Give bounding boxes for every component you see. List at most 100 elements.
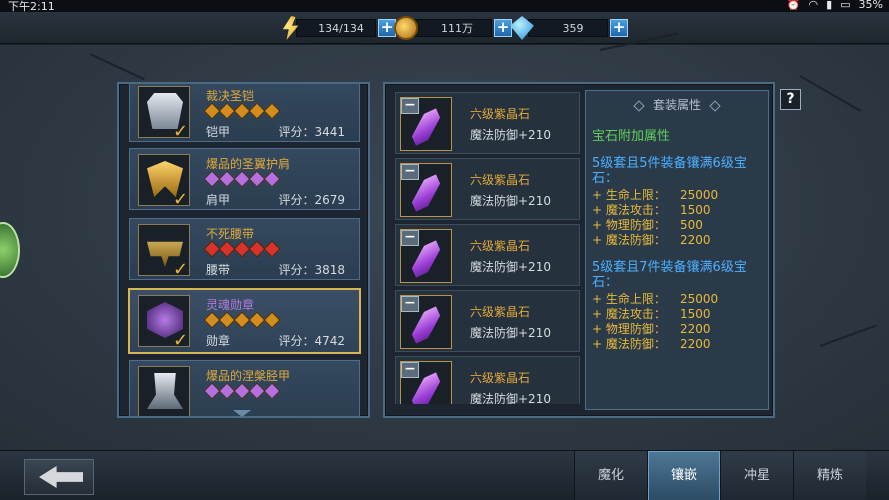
gem-slot[interactable]: − <box>400 97 452 151</box>
equipment-score: 评分：3441 <box>278 125 345 139</box>
gem-slots <box>203 311 281 329</box>
stat-label: + 生命上限： <box>592 292 666 306</box>
resource-bar: 134/134 + 111万 + 359 + <box>0 12 889 44</box>
diamond-value: 359 <box>528 19 608 37</box>
inlaid-gem-list[interactable]: − 六级紫晶石 魔法防御+210 − 六级紫晶石 魔法防御+210 − 六级紫晶… <box>395 92 580 404</box>
stat-value: 2200 <box>680 233 711 247</box>
diamond-ornament-icon <box>633 99 645 112</box>
remove-gem-button[interactable]: − <box>401 362 419 378</box>
equipment-name: 裁决圣铠 <box>206 89 255 103</box>
wall-crack <box>819 324 877 347</box>
stat-row: + 魔法防御： 2200 <box>592 337 762 352</box>
gem-stat: 魔法防御+210 <box>470 260 551 274</box>
gem-row[interactable]: − 六级紫晶石 魔法防御+210 <box>395 290 580 352</box>
equipment-icon-frame <box>138 366 190 416</box>
gem-row[interactable]: − 六级紫晶石 魔法防御+210 <box>395 158 580 220</box>
gem-name: 六级紫晶石 <box>470 371 531 385</box>
tier7-stats: + 生命上限： 25000 + 魔法攻击： 1500 + 物理防御： 2200 + 魔… <box>592 292 762 352</box>
back-button[interactable] <box>24 459 94 495</box>
stat-value: 25000 <box>680 292 719 306</box>
diamond-ornament-icon <box>709 99 721 112</box>
equipment-name: 不死腰带 <box>206 227 255 241</box>
gem-bonus-subtitle: 宝石附加属性 <box>592 129 671 144</box>
gem-slot-icon <box>263 102 281 120</box>
equipment-item-selected[interactable]: ✓ 灵魂勋章 勋章 评分：4742 <box>128 288 361 354</box>
stat-value: 1500 <box>680 203 711 217</box>
equipment-item[interactable]: ✓ 爆品的圣翼护肩 肩甲 评分：2679 <box>129 148 360 210</box>
gem-slot[interactable]: − <box>400 295 452 349</box>
stat-label: + 魔法防御： <box>592 337 666 351</box>
wifi-icon: ◠ <box>808 0 819 11</box>
gem-name: 六级紫晶石 <box>470 239 531 253</box>
equipment-name: 爆品的涅槃胫甲 <box>206 369 291 383</box>
set-attributes-box: 套装属性 宝石附加属性 5级套且5件装备镶满6级宝石： + 生命上限： 25000… <box>585 90 769 410</box>
help-button[interactable]: ? <box>780 89 801 110</box>
alarm-icon: ⏰ <box>786 0 801 11</box>
gem-slot-icon <box>263 382 281 400</box>
equipment-icon-frame: ✓ <box>138 86 190 142</box>
equipment-item[interactable]: ✓ 不死腰带 腰带 评分：3818 <box>129 218 360 280</box>
equipment-item[interactable]: ✓ 裁决圣铠 铠甲 评分：3441 <box>129 84 360 142</box>
checkmark-icon: ✓ <box>173 121 189 142</box>
gem-name: 六级紫晶石 <box>470 305 531 319</box>
gold-resource: 111万 + <box>394 16 512 40</box>
gem-slot[interactable]: − <box>400 163 452 217</box>
equipment-icon-frame: ✓ <box>138 224 190 280</box>
gem-row[interactable]: − 六级紫晶石 魔法防御+210 <box>395 224 580 286</box>
add-diamond-button[interactable]: + <box>610 19 628 37</box>
function-tabs: 魔化 镶嵌 冲星 精炼 <box>574 451 866 500</box>
gem-slot-icon <box>263 240 281 258</box>
equipment-name: 爆品的圣翼护肩 <box>206 157 291 171</box>
gem-row[interactable]: − 六级紫晶石 魔法防御+210 <box>395 92 580 154</box>
scroll-down-arrow-icon[interactable] <box>233 410 251 417</box>
tab-inlay[interactable]: 镶嵌 <box>647 451 720 500</box>
battery-icon: ▭ <box>840 0 851 11</box>
stat-row: + 物理防御： 500 <box>592 218 762 233</box>
energy-resource: 134/134 + <box>278 16 396 40</box>
remove-gem-button[interactable]: − <box>401 230 419 246</box>
tier7-title: 5级套且7件装备镶满6级宝石： <box>592 260 747 290</box>
equipment-list-panel[interactable]: ✓ 裁决圣铠 铠甲 评分：3441 ✓ 爆品的圣翼护肩 肩甲 评分：2679 ✓… <box>117 82 370 418</box>
back-arrow-icon <box>39 466 83 488</box>
stat-label: + 魔法攻击： <box>592 307 666 321</box>
equipment-icon-frame: ✓ <box>138 154 190 209</box>
tier5-stats: + 生命上限： 25000 + 魔法攻击： 1500 + 物理防御： 500 + 魔法… <box>592 188 762 248</box>
set-attributes-header: 套装属性 <box>592 95 762 115</box>
gem-slot[interactable]: − <box>400 229 452 283</box>
gem-row[interactable]: − 六级紫晶石 魔法防御+210 <box>395 356 580 404</box>
stat-row: + 魔法防御： 2200 <box>592 233 762 248</box>
gem-slots <box>203 102 281 120</box>
remove-gem-button[interactable]: − <box>401 98 419 114</box>
status-right: ⏰ ◠ ▮ ▭ 35% <box>787 0 883 11</box>
checkmark-icon: ✓ <box>173 259 189 280</box>
energy-value: 134/134 <box>296 19 376 37</box>
tier5-title: 5级套且5件装备镶满6级宝石： <box>592 156 747 186</box>
gem-name: 六级紫晶石 <box>470 107 531 121</box>
bottom-bar: 魔化 镶嵌 冲星 精炼 <box>0 450 889 500</box>
tab-star-up[interactable]: 冲星 <box>720 451 793 500</box>
equipment-icon-frame: ✓ <box>138 295 190 350</box>
stat-value: 2200 <box>680 337 711 351</box>
inlay-panel: − 六级紫晶石 魔法防御+210 − 六级紫晶石 魔法防御+210 − 六级紫晶… <box>383 82 775 418</box>
equipment-type: 铠甲 <box>206 125 231 139</box>
greaves-icon <box>147 373 183 409</box>
stat-row: + 生命上限： 25000 <box>592 188 762 203</box>
equipment-score: 评分：3818 <box>278 263 345 277</box>
tab-enchant[interactable]: 魔化 <box>574 451 647 500</box>
gem-stat: 魔法防御+210 <box>470 194 551 208</box>
gem-slots <box>203 240 281 258</box>
remove-gem-button[interactable]: − <box>401 296 419 312</box>
gem-slot[interactable]: − <box>400 361 452 404</box>
tab-refine[interactable]: 精炼 <box>793 451 866 500</box>
equipment-score: 评分：2679 <box>278 193 345 207</box>
stat-row: + 魔法攻击： 1500 <box>592 203 762 218</box>
gem-stat: 魔法防御+210 <box>470 326 551 340</box>
gem-slots <box>203 382 281 400</box>
gem-name: 六级紫晶石 <box>470 173 531 187</box>
remove-gem-button[interactable]: − <box>401 164 419 180</box>
equipment-name: 灵魂勋章 <box>206 298 255 312</box>
gem-stat: 魔法防御+210 <box>470 392 551 404</box>
stat-value: 500 <box>680 218 703 232</box>
stat-label: + 魔法防御： <box>592 233 666 247</box>
gem-slot-icon <box>263 311 281 329</box>
